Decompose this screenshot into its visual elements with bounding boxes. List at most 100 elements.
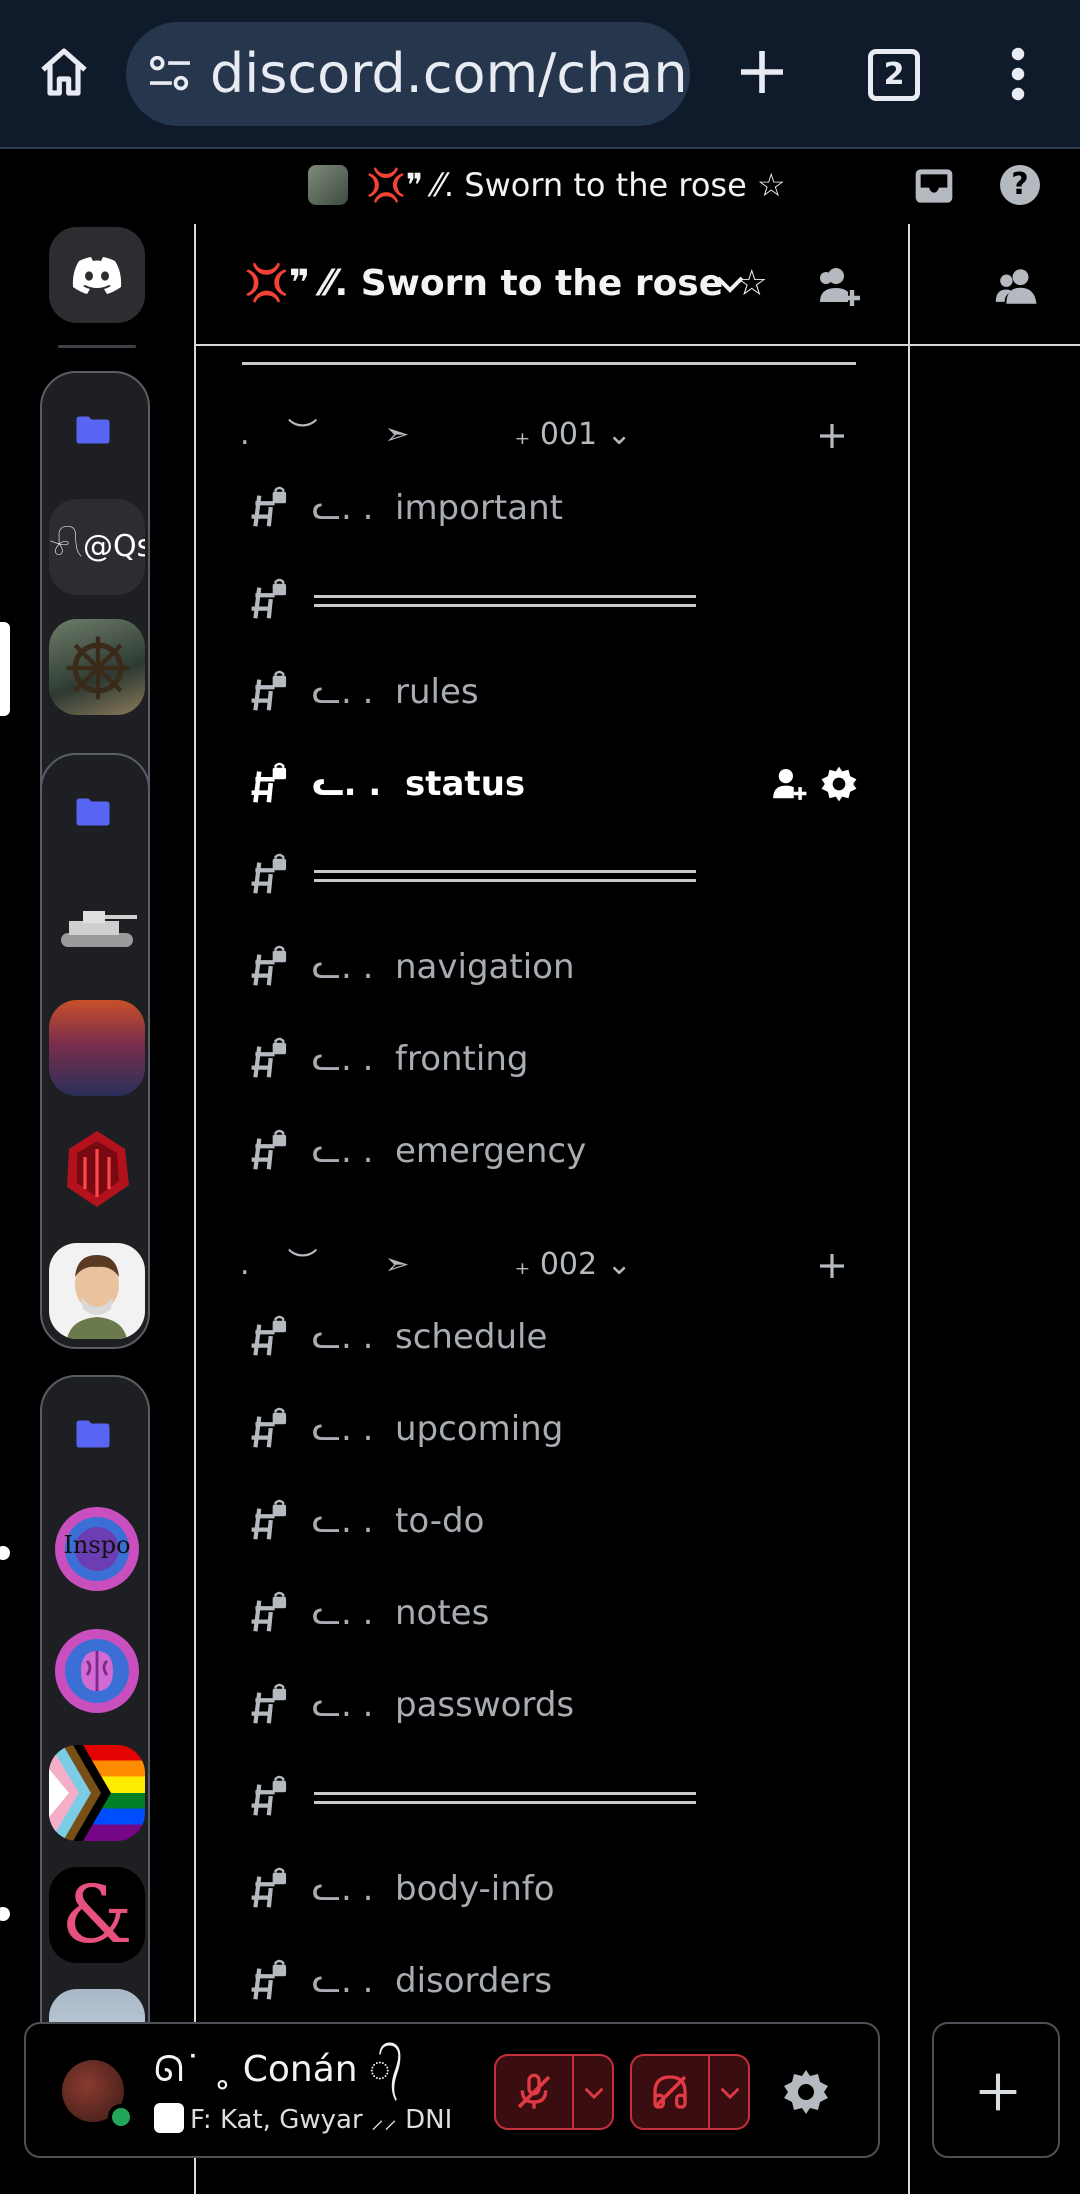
locked-channel-icon [251, 1775, 287, 1816]
url-text[interactable]: discord.com/chanr [210, 22, 690, 126]
red-crystal-icon [67, 1131, 129, 1207]
add-button[interactable] [932, 2022, 1060, 2158]
pride-chevron-icon [49, 1745, 111, 1841]
server-pride-flag[interactable] [49, 1745, 145, 1841]
rail-separator [58, 345, 136, 348]
channel-item[interactable]: ᓚ. . schedule [242, 1302, 862, 1372]
channel-item[interactable]: ᓚ. . upcoming [242, 1394, 862, 1464]
mute-options-button[interactable] [574, 2054, 614, 2130]
tank-icon [61, 911, 137, 947]
mute-button[interactable] [494, 2054, 574, 2130]
server-brain[interactable] [49, 1623, 145, 1719]
channel-item[interactable]: ᓚ. . fronting [242, 1024, 862, 1094]
channel-item[interactable]: ᓚ. . important [242, 473, 862, 543]
status-emoji-icon [154, 2102, 184, 2133]
divider-line [242, 362, 856, 365]
server-folder-2[interactable] [40, 753, 150, 1349]
invite-to-channel-icon[interactable] [770, 765, 808, 803]
channel-name[interactable]: ᓚ. . passwords [312, 1670, 574, 1740]
online-status-icon [108, 2104, 134, 2130]
locked-channel-icon [251, 486, 287, 527]
category-header[interactable]: . ︶ ➣ ₊ 001 ⌄ [240, 410, 860, 460]
inbox-icon[interactable] [914, 167, 954, 205]
invite-members-icon[interactable] [816, 262, 864, 310]
folder-icon[interactable] [75, 797, 111, 827]
category-header[interactable]: . ︶ ➣ ₊ 002 ⌄ [240, 1240, 860, 1290]
server-ship-wheel[interactable] [49, 619, 145, 715]
server-tank[interactable] [49, 879, 145, 975]
channel-name[interactable]: ᓚ. . disorders [312, 1946, 552, 2016]
channel-item[interactable]: ᓚ. . to-do [242, 1486, 862, 1556]
site-settings-icon[interactable] [148, 54, 192, 94]
locked-channel-icon [251, 762, 287, 803]
channel-divider-item[interactable] [242, 565, 862, 635]
channel-name[interactable]: ᓚ. . rules [312, 657, 479, 727]
browser-toolbar: discord.com/chanr 2 [0, 0, 1080, 149]
tab-switcher-button[interactable]: 2 [868, 49, 920, 101]
server-portrait[interactable] [49, 1243, 145, 1339]
channel-item[interactable]: ᓚ. . rules [242, 657, 862, 727]
channel-item[interactable]: ᓚ. . emergency [242, 1116, 862, 1186]
address-bar[interactable]: discord.com/chanr [126, 22, 690, 126]
channel-name[interactable]: ᓚ. . body-info [312, 1854, 555, 1924]
channel-divider-item[interactable] [242, 840, 862, 910]
new-tab-icon[interactable] [734, 44, 790, 100]
category-label[interactable]: . ︶ ➣ ₊ 002 ⌄ [240, 1240, 632, 1290]
server-name[interactable]: 💢❞ ⁄⁄. Sworn to the rose ☆ [244, 224, 768, 344]
headphones-deafened-icon [653, 2075, 687, 2109]
channel-name[interactable]: ᓚ. . navigation [312, 932, 575, 1002]
channel-name[interactable]: ᓚ. . notes [312, 1578, 489, 1648]
channel-name[interactable]: ᓚ. . status [312, 749, 525, 819]
folder-icon[interactable] [75, 1419, 111, 1449]
unread-dot [0, 1907, 10, 1921]
category-label[interactable]: . ︶ ➣ ₊ 001 ⌄ [240, 410, 632, 460]
username[interactable]: ᘏ˙ ˳ Conán ᭄ [154, 2044, 403, 2108]
deafen-button[interactable] [630, 2054, 710, 2130]
locked-channel-icon [251, 578, 287, 619]
channel-item[interactable]: ᓚ. . body-info [242, 1854, 862, 1924]
server-inspo[interactable]: Inspo [49, 1501, 145, 1597]
chevron-down-icon[interactable] [716, 274, 744, 294]
channel-item[interactable]: ᓚ. . disorders [242, 1946, 862, 2016]
portrait-icon [67, 1255, 127, 1339]
user-panel: ᘏ˙ ˳ Conán ᭄ F: Kat, Gwyar ⸝⸝ DNI [24, 2022, 880, 2158]
more-menu-icon[interactable] [1000, 44, 1036, 104]
divider-channel-line [314, 1792, 696, 1804]
server-sunset-art[interactable] [49, 1000, 145, 1096]
chevron-down-icon [584, 2087, 604, 2100]
channel-name[interactable]: ᓚ. . emergency [312, 1116, 586, 1186]
deafen-options-button[interactable] [710, 2054, 750, 2130]
server-text-qs[interactable]: 𓍯@Qs [49, 499, 145, 595]
server-ampersand[interactable]: & [49, 1867, 145, 1963]
channel-item[interactable]: ᓚ. . notes [242, 1578, 862, 1648]
create-channel-icon[interactable] [818, 1252, 846, 1280]
channel-name[interactable]: ᓚ. . upcoming [312, 1394, 563, 1464]
locked-channel-icon [251, 1315, 287, 1356]
server-red-crystal[interactable] [49, 1121, 145, 1217]
divider-channel-line [314, 595, 696, 607]
custom-status[interactable]: F: Kat, Gwyar ⸝⸝ DNI [154, 2100, 452, 2136]
member-list-icon[interactable] [994, 266, 1040, 306]
channel-name[interactable]: ᓚ. . to-do [312, 1486, 484, 1556]
locked-channel-icon [251, 1129, 287, 1170]
channel-item-selected[interactable]: ᓚ. . status [242, 749, 862, 819]
channel-panel: 💢❞ ⁄⁄. Sworn to the rose ☆ . ︶ ➣ ₊ 001 ⌄… [194, 224, 910, 2194]
home-icon[interactable] [36, 44, 92, 100]
channel-name[interactable]: ᓚ. . fronting [312, 1024, 528, 1094]
discord-home-button[interactable] [49, 227, 145, 323]
create-channel-icon[interactable] [818, 422, 846, 450]
channel-name[interactable]: ᓚ. . important [312, 473, 563, 543]
channel-name[interactable]: ᓚ. . schedule [312, 1302, 547, 1372]
divider-channel-line [314, 870, 696, 882]
user-settings-icon[interactable] [782, 2068, 830, 2116]
inspo-label: Inspo [63, 1531, 131, 1559]
help-icon[interactable]: ? [1000, 165, 1040, 205]
channel-item[interactable]: ᓚ. . passwords [242, 1670, 862, 1740]
discord-top-bar: 💢❞ ⁄⁄. Sworn to the rose ☆ ? [0, 149, 1080, 221]
channel-settings-icon[interactable] [820, 765, 858, 803]
channel-item[interactable]: ᓚ. . navigation [242, 932, 862, 1002]
server-header[interactable]: 💢❞ ⁄⁄. Sworn to the rose ☆ [196, 224, 908, 346]
folder-icon[interactable] [75, 415, 111, 445]
channel-divider-item[interactable] [242, 1762, 862, 1832]
server-folder-3[interactable]: Inspo & [40, 1375, 150, 2095]
